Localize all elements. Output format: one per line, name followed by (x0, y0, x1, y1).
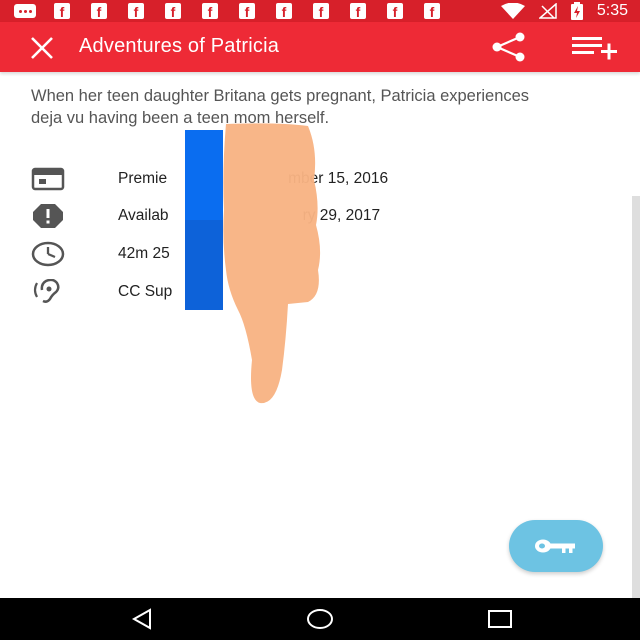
recents-square-icon (488, 610, 512, 628)
hearing-icon (30, 277, 66, 307)
facebook-icon: f (236, 3, 258, 19)
key-fab-button[interactable] (509, 520, 603, 572)
facebook-icon: f (88, 3, 110, 19)
close-button[interactable] (28, 34, 56, 62)
wifi-icon (500, 3, 525, 19)
thumbs-down-icon (223, 123, 321, 404)
back-triangle-icon (131, 608, 151, 630)
facebook-icon: f (310, 3, 332, 19)
captions-text: CC Sup (118, 283, 173, 300)
status-right: 5:35 (500, 0, 628, 22)
calendar-icon (30, 164, 66, 194)
clock-icon (30, 239, 66, 269)
close-icon (31, 37, 53, 59)
app-bar: Adventures of Patricia (0, 22, 640, 72)
facebook-icon: f (162, 3, 184, 19)
system-navigation-bar (0, 598, 640, 640)
page-title: Adventures of Patricia (79, 35, 280, 57)
home-circle-icon (307, 609, 333, 629)
recents-button[interactable] (485, 607, 515, 631)
share-icon (492, 32, 525, 62)
facebook-icon: f (51, 3, 73, 19)
no-signal-icon (538, 3, 557, 19)
facebook-icon: f (421, 3, 443, 19)
facebook-icon: f (199, 3, 221, 19)
facebook-icon: f (347, 3, 369, 19)
facebook-icon: f (384, 3, 406, 19)
alert-octagon-icon (30, 201, 66, 231)
duration-text: 42m 25 (118, 245, 170, 262)
key-icon (535, 539, 575, 553)
status-bar: f f f f f f f f f f f 5:35 (0, 0, 640, 22)
add-to-queue-button[interactable] (570, 34, 620, 60)
status-time: 5:35 (596, 2, 628, 19)
battery-charging-icon (570, 2, 583, 20)
home-button[interactable] (305, 607, 335, 631)
messenger-icon (14, 3, 36, 19)
scrollbar[interactable] (632, 196, 640, 598)
back-button[interactable] (128, 607, 158, 631)
facebook-icon: f (273, 3, 295, 19)
facebook-icon: f (125, 3, 147, 19)
add-to-queue-icon (572, 37, 617, 60)
share-button[interactable] (490, 32, 528, 62)
notification-icons: f f f f f f f f f f f (14, 3, 458, 19)
